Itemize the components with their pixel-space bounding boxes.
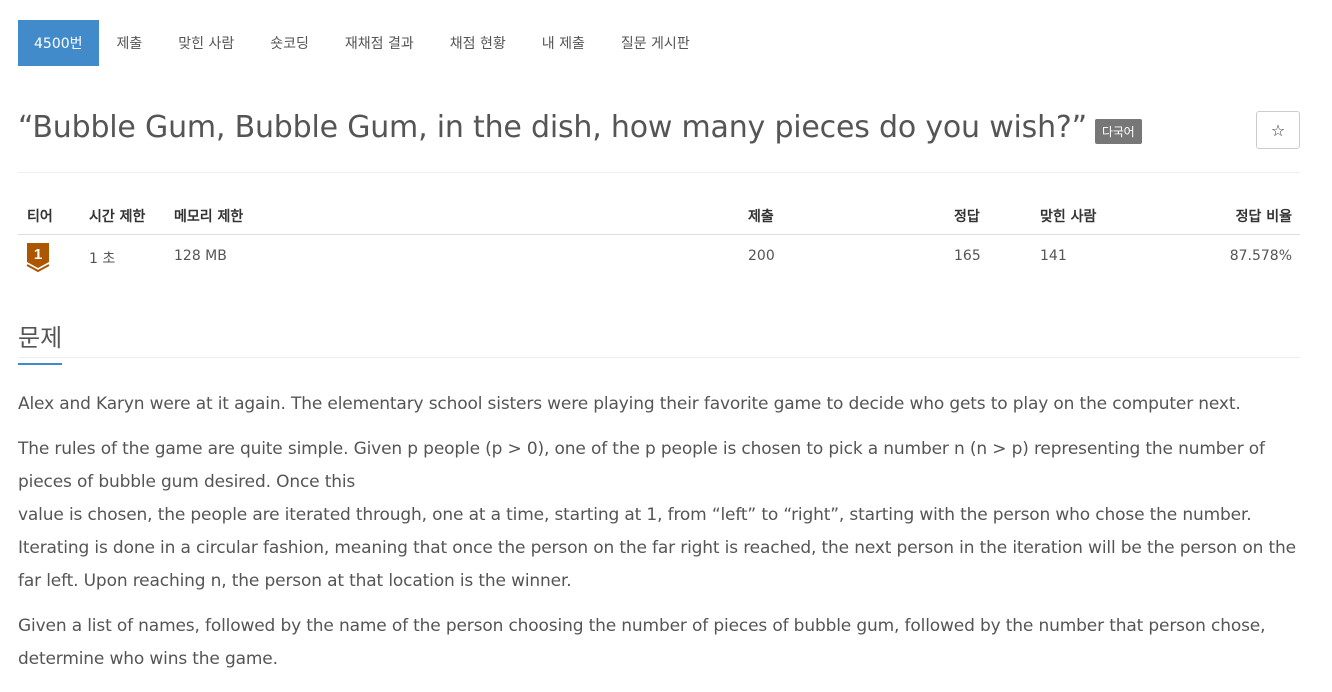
table-header-row: 티어 시간 제한 메모리 제한 제출 정답 맞힌 사람 정답 비율 xyxy=(18,197,1300,235)
tab-board[interactable]: 질문 게시판 xyxy=(603,20,708,66)
bronze-tier-icon[interactable]: 1 xyxy=(26,242,50,272)
page-title: “Bubble Gum, Bubble Gum, in the dish, ho… xyxy=(18,110,1142,145)
tab-status[interactable]: 채점 현황 xyxy=(432,20,524,66)
favorite-button[interactable]: ☆ xyxy=(1256,111,1300,149)
memory-limit-value: 128 MB xyxy=(174,248,227,264)
description-paragraph: Alex and Karyn were at it again. The ele… xyxy=(18,394,1241,414)
header-submissions: 제출 xyxy=(748,209,774,225)
ratio-value: 87.578% xyxy=(1229,248,1292,264)
problem-tabs: 4500번 제출 맞힌 사람 숏코딩 재채점 결과 채점 현황 내 제출 질문 … xyxy=(18,20,708,66)
problem-description: Alex and Karyn were at it again. The ele… xyxy=(18,388,1300,688)
description-paragraph: Given a list of names, followed by the n… xyxy=(18,616,1266,669)
problem-title: “Bubble Gum, Bubble Gum, in the dish, ho… xyxy=(18,110,1087,145)
table-row: 1 1 초 128 MB 200 165 141 87.578% xyxy=(18,235,1300,272)
tab-problem[interactable]: 4500번 xyxy=(18,20,99,66)
tab-my-submissions[interactable]: 내 제출 xyxy=(524,20,603,66)
problem-info-table: 티어 시간 제한 메모리 제한 제출 정답 맞힌 사람 정답 비율 1 1 초 … xyxy=(18,197,1300,272)
divider xyxy=(18,172,1300,173)
description-paragraph: The rules of the game are quite simple. … xyxy=(18,439,1265,492)
header-tier: 티어 xyxy=(27,209,53,225)
tab-short-coding[interactable]: 숏코딩 xyxy=(252,20,327,66)
header-ratio: 정답 비율 xyxy=(1235,209,1292,225)
star-icon: ☆ xyxy=(1270,120,1286,140)
problem-page: 4500번 제출 맞힌 사람 숏코딩 재채점 결과 채점 현황 내 제출 질문 … xyxy=(0,0,1332,692)
header-time-limit: 시간 제한 xyxy=(89,209,146,225)
accepted-value: 165 xyxy=(954,248,981,264)
tab-submit[interactable]: 제출 xyxy=(99,20,161,66)
submissions-value: 200 xyxy=(748,248,775,264)
header-solvers: 맞힌 사람 xyxy=(1040,209,1097,225)
solvers-value: 141 xyxy=(1040,248,1067,264)
tier-number: 1 xyxy=(34,246,42,263)
header-accepted: 정답 xyxy=(954,209,980,225)
header-memory-limit: 메모리 제한 xyxy=(174,209,244,225)
time-limit-value: 1 초 xyxy=(89,251,116,267)
multilanguage-badge[interactable]: 다국어 xyxy=(1094,119,1142,144)
section-divider xyxy=(18,357,1300,358)
tab-rejudge[interactable]: 재채점 결과 xyxy=(327,20,432,66)
title-row: “Bubble Gum, Bubble Gum, in the dish, ho… xyxy=(18,110,1300,160)
tab-solvers[interactable]: 맞힌 사람 xyxy=(160,20,252,66)
description-paragraph: value is chosen, the people are iterated… xyxy=(18,505,1296,591)
